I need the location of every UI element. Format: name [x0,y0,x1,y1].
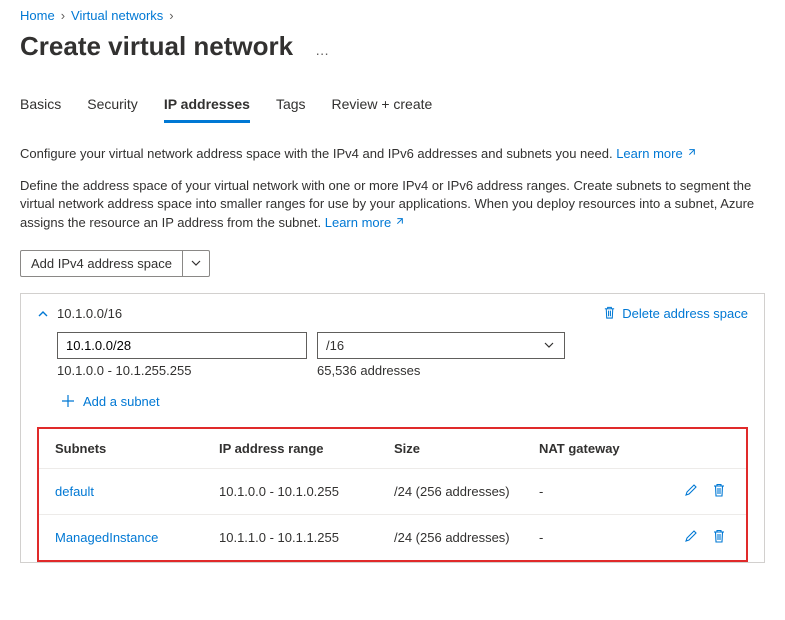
address-space-network-input[interactable] [57,332,307,359]
breadcrumb-vnets[interactable]: Virtual networks [71,8,163,23]
chevron-right-icon: › [61,8,65,23]
subnet-link-default[interactable]: default [55,484,94,499]
subnet-link-managed-instance[interactable]: ManagedInstance [55,530,158,545]
edit-icon[interactable] [684,483,698,500]
col-header-range: IP address range [209,429,384,469]
delete-icon [603,306,616,322]
breadcrumb: Home › Virtual networks › [20,8,765,23]
subnet-nat: - [529,514,666,560]
address-space-cidr: 10.1.0.0/16 [57,306,122,321]
chevron-right-icon: › [169,8,173,23]
add-ipv4-label: Add IPv4 address space [21,251,182,276]
address-space-prefix-select[interactable]: /16 [317,332,565,359]
learn-more-link-1[interactable]: Learn more [616,146,695,161]
table-row: default 10.1.0.0 - 10.1.0.255 /24 (256 a… [39,468,746,514]
intro-text-2: Define the address space of your virtual… [20,177,760,232]
address-count-helper: 65,536 addresses [317,363,565,378]
address-range-helper: 10.1.0.0 - 10.1.255.255 [57,363,307,378]
col-header-nat: NAT gateway [529,429,666,469]
subnets-table-highlight: Subnets IP address range Size NAT gatewa… [37,427,748,562]
col-header-size: Size [384,429,529,469]
chevron-down-icon[interactable] [183,251,209,276]
delete-address-space-label: Delete address space [622,306,748,321]
plus-icon [61,394,75,408]
subnets-table: Subnets IP address range Size NAT gatewa… [39,429,746,560]
add-subnet-label: Add a subnet [83,394,160,409]
subnet-range: 10.1.0.0 - 10.1.0.255 [209,468,384,514]
chevron-up-icon[interactable] [37,308,49,320]
chevron-down-icon [544,338,554,353]
tab-review-create[interactable]: Review + create [332,90,433,123]
external-link-icon [686,145,696,155]
delete-address-space-button[interactable]: Delete address space [603,306,748,322]
tabs: Basics Security IP addresses Tags Review… [20,90,765,123]
add-ipv4-address-space-button[interactable]: Add IPv4 address space [20,250,210,277]
intro-text-1: Configure your virtual network address s… [20,145,760,163]
table-row: ManagedInstance 10.1.1.0 - 10.1.1.255 /2… [39,514,746,560]
tab-ip-addresses[interactable]: IP addresses [164,90,250,123]
tab-tags[interactable]: Tags [276,90,306,123]
edit-icon[interactable] [684,529,698,546]
learn-more-link-2[interactable]: Learn more [325,215,404,230]
delete-icon[interactable] [712,529,726,546]
col-header-subnets: Subnets [39,429,209,469]
page-title: Create virtual network [20,31,293,62]
subnet-range: 10.1.1.0 - 10.1.1.255 [209,514,384,560]
breadcrumb-home[interactable]: Home [20,8,55,23]
tab-security[interactable]: Security [87,90,138,123]
delete-icon[interactable] [712,483,726,500]
prefix-select-value: /16 [326,338,344,353]
subnet-size: /24 (256 addresses) [384,468,529,514]
add-subnet-button[interactable]: Add a subnet [61,394,160,409]
more-actions-button[interactable]: … [309,42,335,58]
address-space-card: 10.1.0.0/16 Delete address space /16 10.… [20,293,765,563]
subnet-nat: - [529,468,666,514]
external-link-icon [394,214,404,224]
intro-text-1-content: Configure your virtual network address s… [20,146,613,161]
subnet-size: /24 (256 addresses) [384,514,529,560]
tab-basics[interactable]: Basics [20,90,61,123]
